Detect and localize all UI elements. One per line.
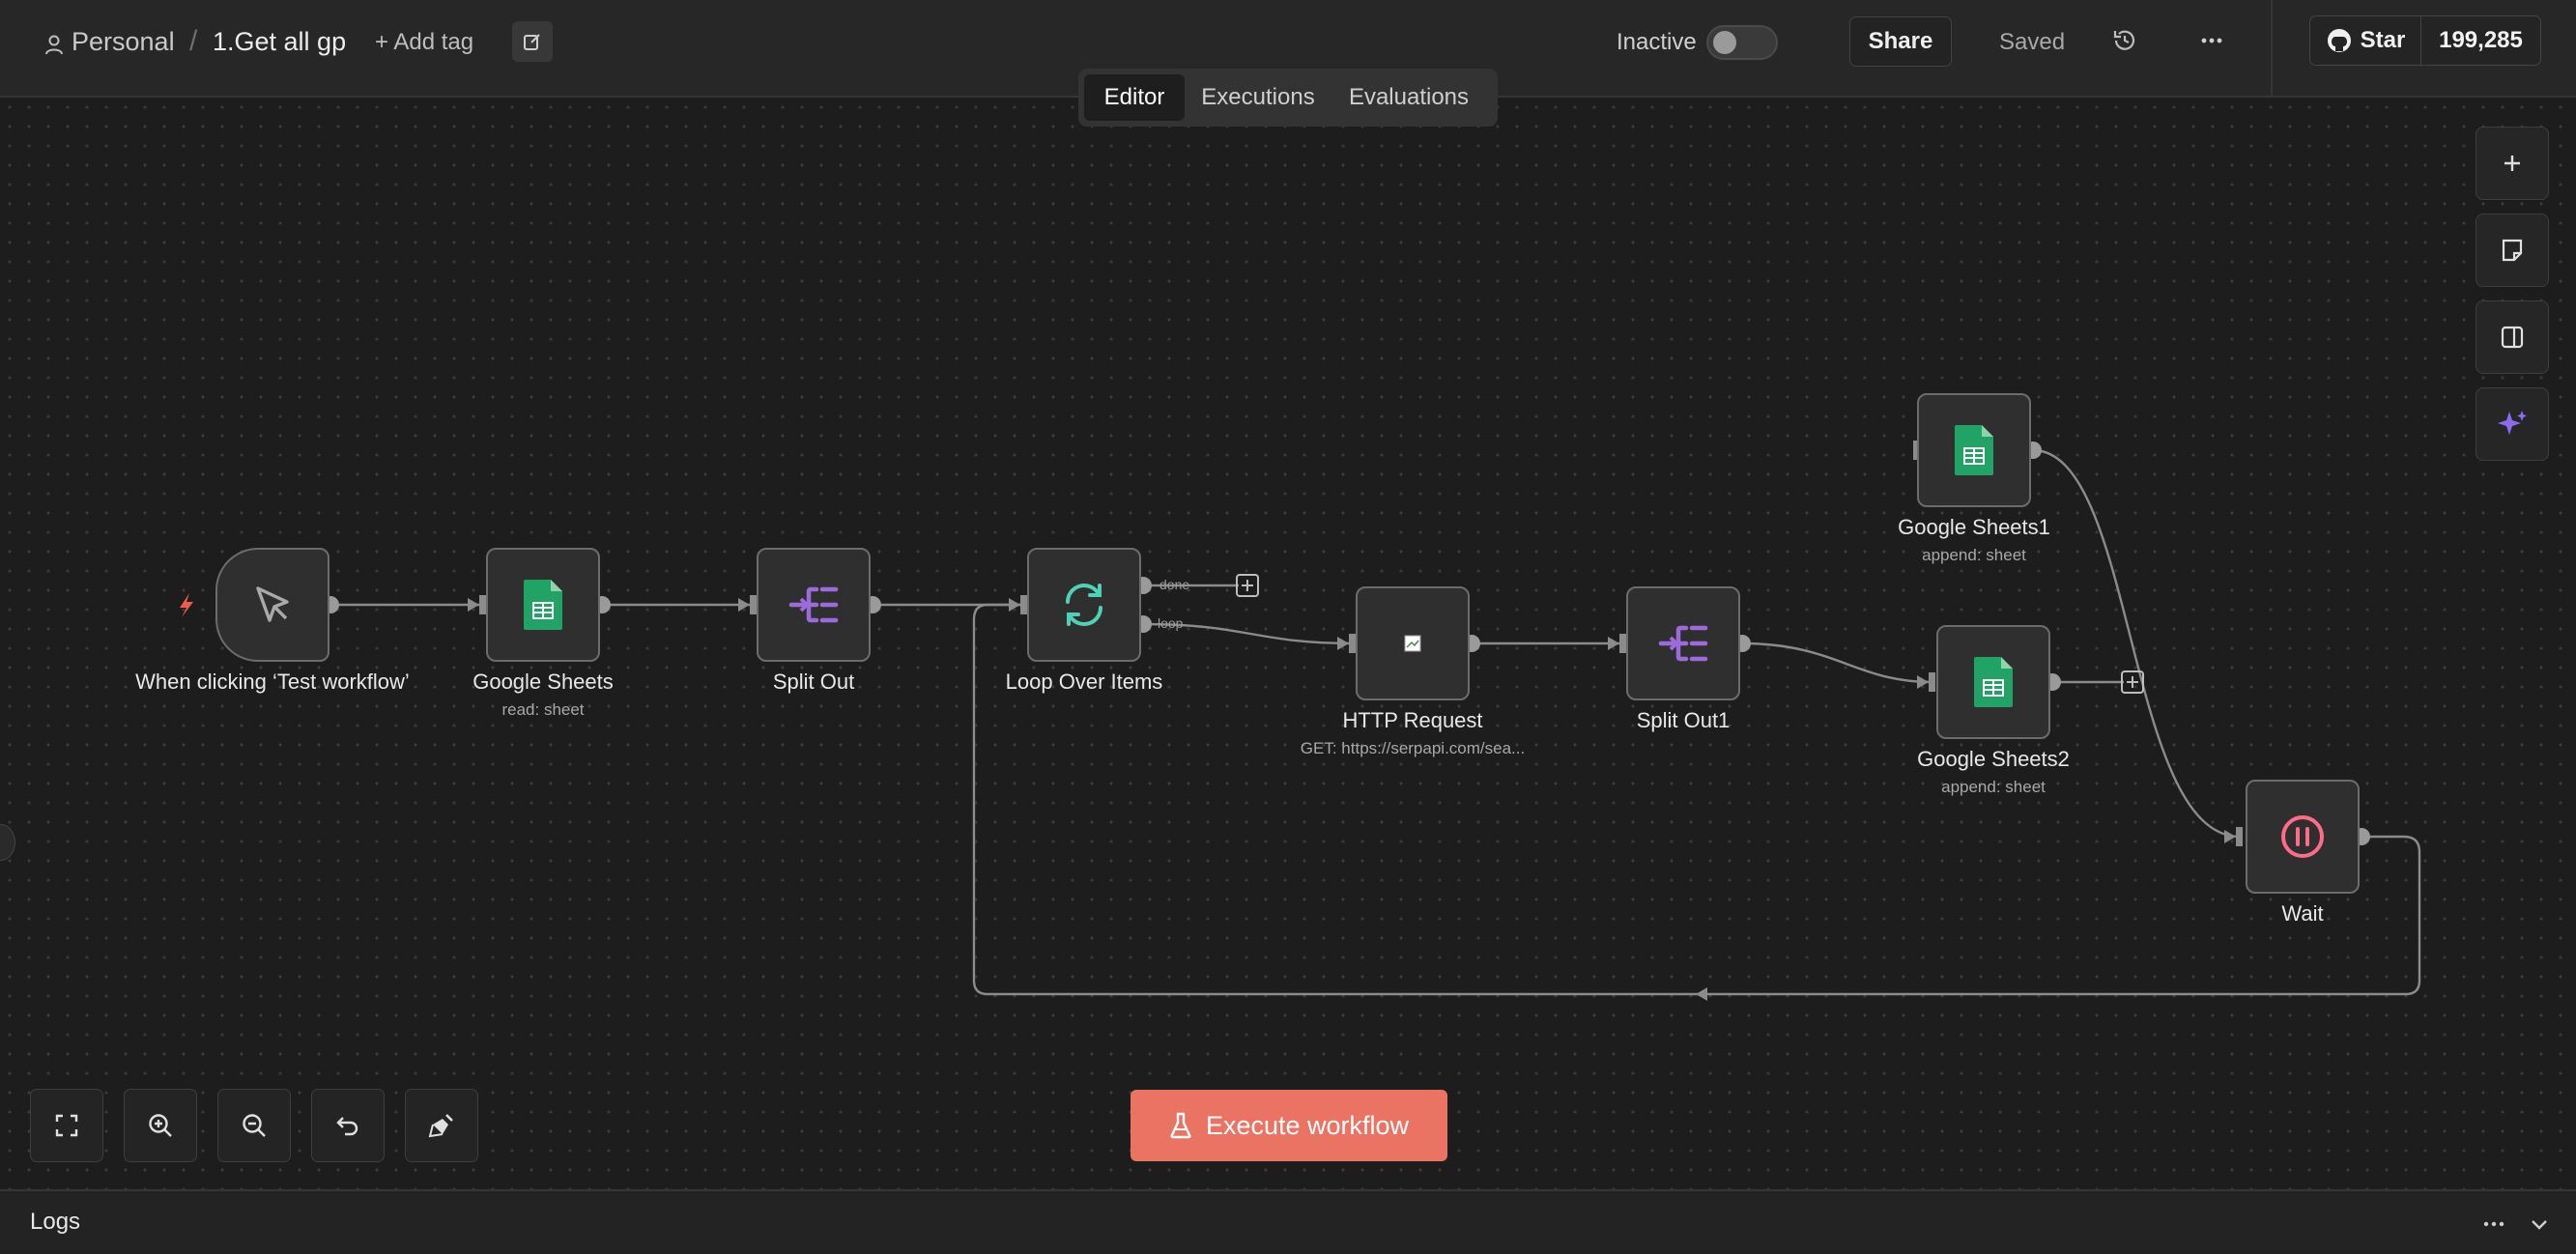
edit-description-button[interactable] — [512, 21, 553, 62]
zoom-out-icon — [243, 1114, 266, 1137]
loop-icon — [1066, 584, 1102, 626]
toggle-knob — [1713, 31, 1736, 54]
node-sublabel: append: sheet — [1941, 778, 2046, 796]
github-icon — [2327, 29, 2351, 52]
execute-workflow-label: Execute workflow — [1205, 1110, 1410, 1140]
breadcrumb-separator: / — [189, 25, 198, 57]
node-http-request[interactable] — [1356, 586, 1470, 700]
side-panel-icon — [2501, 326, 2524, 349]
github-star-button[interactable]: Star — [2310, 16, 2421, 65]
zoom-in-icon — [149, 1114, 172, 1137]
node-label: Google Sheets — [472, 670, 614, 694]
node-google-sheets1[interactable] — [1917, 393, 2031, 507]
tidy-up-button[interactable] — [405, 1089, 478, 1162]
node-sublabel: append: sheet — [1922, 546, 2026, 564]
node-manual-trigger[interactable] — [215, 548, 329, 662]
sticky-note-icon — [2502, 239, 2523, 262]
edge-split1-sheets2 — [1741, 641, 1933, 684]
reset-zoom-button[interactable] — [311, 1089, 385, 1162]
more-options-icon[interactable] — [2195, 26, 2228, 55]
chevron-down-icon[interactable] — [2526, 1211, 2553, 1238]
logs-more-icon[interactable] — [2478, 1212, 2509, 1236]
add-node-button[interactable] — [2476, 127, 2549, 200]
github-star-group: Star 199,285 — [2309, 15, 2541, 66]
edge-label-loop: loop — [1158, 615, 1184, 631]
share-button[interactable]: Share — [1849, 16, 1952, 67]
zoom-out-button[interactable] — [217, 1089, 291, 1162]
view-tabs: Editor Executions Evaluations — [1078, 69, 1498, 127]
edge-label-done: done — [1159, 577, 1190, 592]
pause-icon — [2281, 815, 2324, 858]
header-divider — [2271, 0, 2273, 97]
zoom-in-button[interactable] — [124, 1089, 197, 1162]
node-loop-over-items[interactable] — [1027, 548, 1141, 662]
fullscreen-icon — [55, 1114, 78, 1137]
google-sheets-icon — [524, 580, 562, 630]
tab-evaluations[interactable]: Evaluations — [1331, 74, 1486, 121]
node-wait[interactable] — [2246, 780, 2360, 894]
edit-icon — [524, 34, 540, 50]
execute-workflow-button[interactable]: Execute workflow — [1131, 1090, 1447, 1161]
trigger-bolt-icon — [180, 593, 193, 617]
connections-layer — [180, 441, 2421, 1001]
add-sticky-note-button[interactable] — [2476, 214, 2549, 287]
node-google-sheets[interactable] — [486, 548, 600, 662]
node-label: HTTP Request — [1342, 708, 1483, 732]
node-split-out[interactable] — [757, 548, 871, 662]
split-out-icon — [1658, 625, 1708, 662]
breadcrumb-project[interactable]: Personal — [72, 27, 175, 57]
tab-editor[interactable]: Editor — [1084, 74, 1185, 121]
node-google-sheets2[interactable] — [1936, 625, 2050, 739]
google-sheets-icon — [1955, 425, 1993, 475]
logs-panel[interactable]: Logs — [0, 1189, 2576, 1254]
node-label: Loop Over Items — [1005, 670, 1163, 694]
logs-title: Logs — [30, 1209, 81, 1235]
google-sheets-icon — [1974, 657, 2013, 707]
workflow-canvas[interactable]: done loop When clicking ‘Test workflow’ … — [0, 98, 2576, 1189]
node-label: When clicking ‘Test workflow’ — [135, 670, 410, 694]
workflow-name[interactable]: 1.Get all gp — [213, 27, 346, 57]
plus-icon — [2504, 156, 2520, 171]
node-label: Split Out1 — [1636, 708, 1731, 732]
node-label: Google Sheets2 — [1917, 747, 2070, 771]
node-sublabel: read: sheet — [501, 700, 585, 719]
active-toggle[interactable] — [1706, 25, 1778, 60]
broken-image-icon — [1404, 635, 1421, 652]
node-label: Split Out — [772, 670, 855, 694]
fit-view-button[interactable] — [30, 1089, 103, 1162]
tab-executions[interactable]: Executions — [1190, 74, 1326, 121]
user-icon — [45, 35, 63, 55]
add-tag-button[interactable]: + Add tag — [375, 29, 473, 56]
node-label: Google Sheets1 — [1898, 515, 2050, 539]
toggle-panel-button[interactable] — [2476, 300, 2549, 374]
history-icon[interactable] — [2110, 26, 2139, 55]
flask-icon — [1170, 1112, 1191, 1139]
sparkle-icon — [2498, 411, 2527, 435]
broom-icon — [428, 1114, 453, 1138]
node-sublabel: GET: https://serpapi.com/sea... — [1300, 739, 1526, 757]
saved-status: Saved — [1999, 29, 2066, 55]
github-star-count[interactable]: 199,285 — [2421, 16, 2540, 65]
undo-icon — [336, 1117, 358, 1136]
node-split-out1[interactable] — [1626, 586, 1740, 700]
cursor-icon — [256, 586, 289, 622]
split-out-icon — [788, 586, 839, 623]
node-label: Wait — [2281, 901, 2324, 926]
active-status-label: Inactive — [1617, 29, 1697, 55]
github-star-label: Star — [2360, 27, 2406, 53]
ai-assistant-button[interactable] — [2476, 387, 2549, 461]
return-arrow — [1696, 987, 1707, 1001]
